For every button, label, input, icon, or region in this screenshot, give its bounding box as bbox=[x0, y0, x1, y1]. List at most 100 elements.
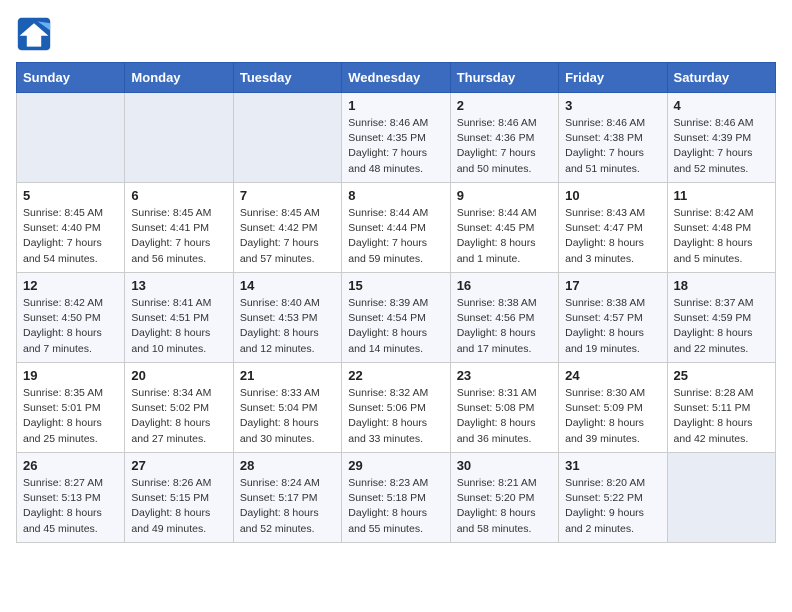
calendar-week-row: 1 Sunrise: 8:46 AM Sunset: 4:35 PM Daylig… bbox=[17, 93, 776, 183]
day-header-friday: Friday bbox=[559, 63, 667, 93]
day-info: Sunrise: 8:34 AM Sunset: 5:02 PM Dayligh… bbox=[131, 386, 226, 447]
calendar-cell bbox=[125, 93, 233, 183]
day-number: 7 bbox=[240, 188, 335, 203]
day-number: 4 bbox=[674, 98, 769, 113]
day-number: 1 bbox=[348, 98, 443, 113]
calendar-cell: 4Sunrise: 8:46 AM Sunset: 4:39 PM Daylig… bbox=[667, 93, 775, 183]
calendar-cell: 23Sunrise: 8:31 AM Sunset: 5:08 PM Dayli… bbox=[450, 363, 558, 453]
calendar-cell: 20 Sunrise: 8:34 AM Sunset: 5:02 PM Dayli… bbox=[125, 363, 233, 453]
day-info: Sunrise: 8:32 AM Sunset: 5:06 PM Dayligh… bbox=[348, 386, 443, 447]
calendar-cell: 18 Sunrise: 8:37 AM Sunset: 4:59 PM Dayli… bbox=[667, 273, 775, 363]
day-number: 23 bbox=[457, 368, 552, 383]
calendar-cell bbox=[17, 93, 125, 183]
day-info: Sunrise: 8:30 AM Sunset: 5:09 PM Dayligh… bbox=[565, 386, 660, 447]
calendar-cell: 7 Sunrise: 8:45 AM Sunset: 4:42 PM Daylig… bbox=[233, 183, 341, 273]
day-info: Sunrise: 8:42 AM Sunset: 4:50 PM Dayligh… bbox=[23, 296, 118, 357]
calendar-cell bbox=[233, 93, 341, 183]
day-info: Sunrise: 8:38 AM Sunset: 4:56 PM Dayligh… bbox=[457, 296, 552, 357]
day-number: 3 bbox=[565, 98, 660, 113]
day-info: Sunrise: 8:45 AM Sunset: 4:40 PM Dayligh… bbox=[23, 206, 118, 267]
calendar-cell: 13 Sunrise: 8:41 AM Sunset: 4:51 PM Dayli… bbox=[125, 273, 233, 363]
day-info: Sunrise: 8:45 AM Sunset: 4:41 PM Dayligh… bbox=[131, 206, 226, 267]
day-info: Sunrise: 8:27 AM Sunset: 5:13 PM Dayligh… bbox=[23, 476, 118, 537]
calendar-cell: 6 Sunrise: 8:45 AM Sunset: 4:41 PM Daylig… bbox=[125, 183, 233, 273]
day-header-thursday: Thursday bbox=[450, 63, 558, 93]
calendar-cell: 11 Sunrise: 8:42 AM Sunset: 4:48 PM Dayli… bbox=[667, 183, 775, 273]
day-number: 9 bbox=[457, 188, 552, 203]
day-number: 19 bbox=[23, 368, 118, 383]
calendar-cell: 9 Sunrise: 8:44 AM Sunset: 4:45 PM Daylig… bbox=[450, 183, 558, 273]
day-number: 27 bbox=[131, 458, 226, 473]
day-number: 31 bbox=[565, 458, 660, 473]
day-info: Sunrise: 8:44 AM Sunset: 4:45 PM Dayligh… bbox=[457, 206, 552, 267]
calendar-cell: 16 Sunrise: 8:38 AM Sunset: 4:56 PM Dayli… bbox=[450, 273, 558, 363]
day-number: 8 bbox=[348, 188, 443, 203]
calendar-cell: 21 Sunrise: 8:33 AM Sunset: 5:04 PM Dayli… bbox=[233, 363, 341, 453]
day-info: Sunrise: 8:28 AM Sunset: 5:11 PM Dayligh… bbox=[674, 386, 769, 447]
day-number: 18 bbox=[674, 278, 769, 293]
day-info: Sunrise: 8:41 AM Sunset: 4:51 PM Dayligh… bbox=[131, 296, 226, 357]
calendar-cell: 25 Sunrise: 8:28 AM Sunset: 5:11 PM Dayli… bbox=[667, 363, 775, 453]
day-number: 28 bbox=[240, 458, 335, 473]
calendar-cell bbox=[667, 453, 775, 543]
day-header-tuesday: Tuesday bbox=[233, 63, 341, 93]
calendar-cell: 5Sunrise: 8:45 AM Sunset: 4:40 PM Daylig… bbox=[17, 183, 125, 273]
day-header-wednesday: Wednesday bbox=[342, 63, 450, 93]
logo-icon bbox=[16, 16, 52, 52]
day-number: 21 bbox=[240, 368, 335, 383]
calendar-cell: 19 Sunrise: 8:35 AM Sunset: 5:01 PM Dayli… bbox=[17, 363, 125, 453]
day-number: 30 bbox=[457, 458, 552, 473]
day-info: Sunrise: 8:44 AM Sunset: 4:44 PM Dayligh… bbox=[348, 206, 443, 267]
day-header-monday: Monday bbox=[125, 63, 233, 93]
day-info: Sunrise: 8:23 AM Sunset: 5:18 PM Dayligh… bbox=[348, 476, 443, 537]
calendar-cell: 3 Sunrise: 8:46 AM Sunset: 4:38 PM Daylig… bbox=[559, 93, 667, 183]
day-number: 24 bbox=[565, 368, 660, 383]
day-info: Sunrise: 8:21 AM Sunset: 5:20 PM Dayligh… bbox=[457, 476, 552, 537]
day-number: 12 bbox=[23, 278, 118, 293]
day-info: Sunrise: 8:33 AM Sunset: 5:04 PM Dayligh… bbox=[240, 386, 335, 447]
day-info: Sunrise: 8:38 AM Sunset: 4:57 PM Dayligh… bbox=[565, 296, 660, 357]
day-info: Sunrise: 8:35 AM Sunset: 5:01 PM Dayligh… bbox=[23, 386, 118, 447]
calendar-cell: 15 Sunrise: 8:39 AM Sunset: 4:54 PM Dayli… bbox=[342, 273, 450, 363]
day-header-sunday: Sunday bbox=[17, 63, 125, 93]
calendar-cell: 12 Sunrise: 8:42 AM Sunset: 4:50 PM Dayli… bbox=[17, 273, 125, 363]
day-number: 17 bbox=[565, 278, 660, 293]
calendar-cell: 2 Sunrise: 8:46 AM Sunset: 4:36 PM Daylig… bbox=[450, 93, 558, 183]
day-number: 29 bbox=[348, 458, 443, 473]
day-header-saturday: Saturday bbox=[667, 63, 775, 93]
day-number: 20 bbox=[131, 368, 226, 383]
calendar-cell: 17 Sunrise: 8:38 AM Sunset: 4:57 PM Dayli… bbox=[559, 273, 667, 363]
day-info: Sunrise: 8:46 AM Sunset: 4:38 PM Dayligh… bbox=[565, 116, 660, 177]
day-info: Sunrise: 8:46 AM Sunset: 4:36 PM Dayligh… bbox=[457, 116, 552, 177]
calendar-week-row: 5Sunrise: 8:45 AM Sunset: 4:40 PM Daylig… bbox=[17, 183, 776, 273]
day-info: Sunrise: 8:40 AM Sunset: 4:53 PM Dayligh… bbox=[240, 296, 335, 357]
day-info: Sunrise: 8:42 AM Sunset: 4:48 PM Dayligh… bbox=[674, 206, 769, 267]
day-number: 25 bbox=[674, 368, 769, 383]
calendar-cell: 14Sunrise: 8:40 AM Sunset: 4:53 PM Dayli… bbox=[233, 273, 341, 363]
calendar-cell: 10Sunrise: 8:43 AM Sunset: 4:47 PM Dayli… bbox=[559, 183, 667, 273]
calendar-cell: 28 Sunrise: 8:24 AM Sunset: 5:17 PM Dayli… bbox=[233, 453, 341, 543]
calendar-cell: 27 Sunrise: 8:26 AM Sunset: 5:15 PM Dayli… bbox=[125, 453, 233, 543]
day-info: Sunrise: 8:20 AM Sunset: 5:22 PM Dayligh… bbox=[565, 476, 660, 537]
day-info: Sunrise: 8:39 AM Sunset: 4:54 PM Dayligh… bbox=[348, 296, 443, 357]
day-number: 6 bbox=[131, 188, 226, 203]
day-number: 16 bbox=[457, 278, 552, 293]
day-info: Sunrise: 8:43 AM Sunset: 4:47 PM Dayligh… bbox=[565, 206, 660, 267]
day-number: 2 bbox=[457, 98, 552, 113]
calendar-cell: 30 Sunrise: 8:21 AM Sunset: 5:20 PM Dayli… bbox=[450, 453, 558, 543]
day-info: Sunrise: 8:37 AM Sunset: 4:59 PM Dayligh… bbox=[674, 296, 769, 357]
calendar-table: SundayMondayTuesdayWednesdayThursdayFrid… bbox=[16, 62, 776, 543]
header bbox=[16, 16, 776, 52]
day-info: Sunrise: 8:24 AM Sunset: 5:17 PM Dayligh… bbox=[240, 476, 335, 537]
calendar-header-row: SundayMondayTuesdayWednesdayThursdayFrid… bbox=[17, 63, 776, 93]
calendar-cell: 31 Sunrise: 8:20 AM Sunset: 5:22 PM Dayli… bbox=[559, 453, 667, 543]
day-number: 11 bbox=[674, 188, 769, 203]
calendar-cell: 26 Sunrise: 8:27 AM Sunset: 5:13 PM Dayli… bbox=[17, 453, 125, 543]
day-number: 13 bbox=[131, 278, 226, 293]
calendar-week-row: 19 Sunrise: 8:35 AM Sunset: 5:01 PM Dayli… bbox=[17, 363, 776, 453]
day-number: 15 bbox=[348, 278, 443, 293]
day-number: 26 bbox=[23, 458, 118, 473]
day-info: Sunrise: 8:26 AM Sunset: 5:15 PM Dayligh… bbox=[131, 476, 226, 537]
day-info: Sunrise: 8:46 AM Sunset: 4:35 PM Dayligh… bbox=[348, 116, 443, 177]
day-info: Sunrise: 8:45 AM Sunset: 4:42 PM Dayligh… bbox=[240, 206, 335, 267]
